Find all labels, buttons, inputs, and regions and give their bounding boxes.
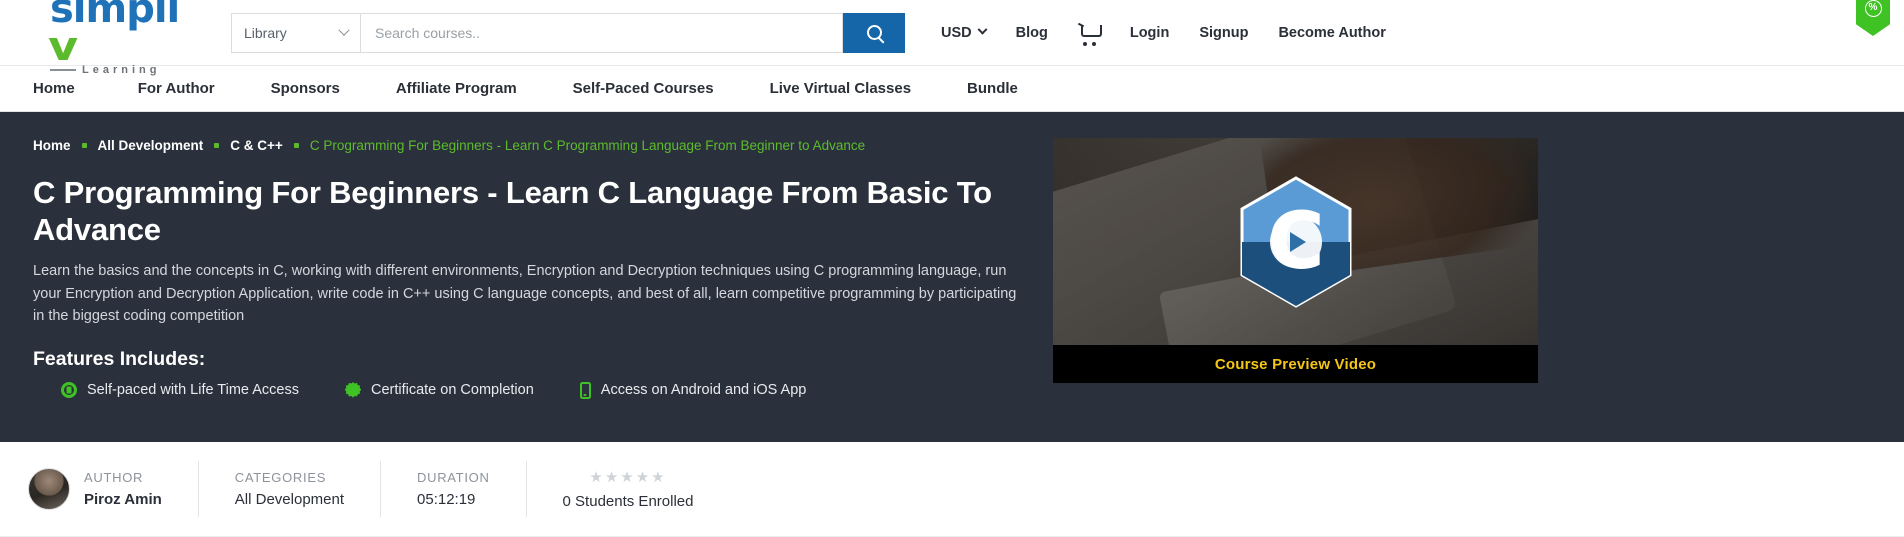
top-right-nav: USD Blog Login Signup Become Author bbox=[941, 24, 1386, 46]
play-triangle bbox=[1290, 231, 1306, 252]
avatar bbox=[28, 468, 70, 510]
nav-link-become-author[interactable]: Become Author bbox=[1278, 25, 1385, 41]
author-text-block: AUTHOR Piroz Amin bbox=[84, 470, 162, 508]
feature-label: Access on Android and iOS App bbox=[600, 382, 807, 399]
rating-text-block: ★★★★★ 0 Students Enrolled bbox=[563, 468, 694, 510]
duration-value: 05:12:19 bbox=[417, 491, 476, 508]
features-list: Self-paced with Life Time Access Certifi… bbox=[33, 381, 1053, 399]
shopping-cart-icon[interactable] bbox=[1078, 24, 1102, 46]
nav-item-sponsors[interactable]: Sponsors bbox=[243, 80, 368, 97]
nav-link-blog[interactable]: Blog bbox=[1016, 25, 1048, 41]
nav-link-signup[interactable]: Signup bbox=[1199, 25, 1248, 41]
mobile-phone-icon bbox=[579, 381, 591, 399]
breadcrumb-item-home[interactable]: Home bbox=[33, 138, 71, 153]
duration-label: DURATION bbox=[417, 470, 490, 485]
search-category-select[interactable]: Library bbox=[231, 12, 361, 53]
features-heading: Features Includes: bbox=[33, 347, 206, 370]
rating-stars-icon[interactable]: ★★★★★ bbox=[589, 468, 666, 486]
nav-item-for-author[interactable]: For Author bbox=[110, 80, 243, 97]
categories-text-block: CATEGORIES All Development bbox=[235, 470, 344, 508]
breadcrumb-separator-icon bbox=[293, 143, 299, 148]
nav-item-live-virtual-classes[interactable]: Live Virtual Classes bbox=[742, 80, 939, 97]
logo-wordmark: simpliv bbox=[48, 0, 193, 70]
chevron-down-icon bbox=[338, 24, 350, 36]
nav-link-login[interactable]: Login bbox=[1130, 25, 1169, 41]
play-button-icon[interactable] bbox=[1269, 215, 1322, 268]
categories-value[interactable]: All Development bbox=[235, 491, 344, 508]
lifebuoy-icon bbox=[61, 382, 77, 399]
logo-checkmark-icon: v bbox=[48, 23, 78, 70]
author-name[interactable]: Piroz Amin bbox=[84, 491, 162, 508]
categories-label: CATEGORIES bbox=[234, 470, 327, 485]
course-description: Learn the basics and the concepts in C, … bbox=[33, 263, 1017, 325]
breadcrumb-item-current: C Programming For Beginners - Learn C Pr… bbox=[309, 138, 866, 153]
main-navigation: Home For Author Sponsors Affiliate Progr… bbox=[0, 65, 1904, 112]
feature-item: Certificate on Completion bbox=[344, 382, 534, 399]
top-header: simpliv Learning Library USD Blog Login … bbox=[0, 0, 1904, 76]
currency-selector[interactable]: USD bbox=[941, 24, 988, 41]
breadcrumb-separator-icon bbox=[214, 143, 220, 148]
breadcrumb-item-c-cpp[interactable]: C & C++ bbox=[230, 138, 283, 153]
currency-value: USD bbox=[941, 24, 972, 41]
search-icon bbox=[866, 25, 882, 40]
duration-text-block: DURATION 05:12:19 bbox=[417, 470, 490, 508]
hero-content: Home All Development C & C++ C Programmi… bbox=[33, 138, 1053, 442]
site-logo[interactable]: simpliv Learning bbox=[28, 0, 193, 76]
breadcrumb: Home All Development C & C++ C Programmi… bbox=[33, 138, 1053, 153]
meta-rating: ★★★★★ 0 Students Enrolled bbox=[563, 459, 694, 519]
discount-ribbon-badge[interactable]: % bbox=[1856, 0, 1890, 36]
video-thumbnail[interactable]: C bbox=[1053, 138, 1538, 345]
course-meta-bar: AUTHOR Piroz Amin CATEGORIES All Develop… bbox=[0, 442, 1904, 537]
students-enrolled-count: 0 Students Enrolled bbox=[562, 493, 694, 510]
meta-duration: DURATION 05:12:19 bbox=[417, 459, 490, 519]
course-hero: Home All Development C & C++ C Programmi… bbox=[0, 112, 1904, 442]
nav-item-home[interactable]: Home bbox=[33, 80, 110, 97]
breadcrumb-separator-icon bbox=[81, 143, 87, 148]
breadcrumb-item-all-development[interactable]: All Development bbox=[98, 138, 204, 153]
meta-author: AUTHOR Piroz Amin bbox=[28, 459, 162, 519]
search-input[interactable] bbox=[361, 12, 843, 53]
page-title: C Programming For Beginners - Learn C La… bbox=[33, 175, 992, 247]
course-preview-video-bar: Course Preview Video bbox=[1053, 345, 1538, 383]
meta-divider bbox=[380, 461, 382, 517]
meta-categories: CATEGORIES All Development bbox=[235, 459, 344, 519]
meta-divider bbox=[197, 461, 199, 517]
course-preview-video-label[interactable]: Course Preview Video bbox=[1215, 356, 1376, 373]
search-group: Library bbox=[231, 12, 905, 53]
nav-item-bundle[interactable]: Bundle bbox=[939, 80, 1046, 97]
course-preview-card: C Course Preview Video bbox=[1053, 138, 1538, 383]
feature-label: Certificate on Completion bbox=[370, 382, 534, 399]
feature-item: Self-paced with Life Time Access bbox=[61, 382, 299, 399]
nav-item-self-paced-courses[interactable]: Self-Paced Courses bbox=[545, 80, 742, 97]
feature-item: Access on Android and iOS App bbox=[579, 381, 807, 399]
chevron-down-icon bbox=[977, 24, 988, 35]
author-label: AUTHOR bbox=[84, 470, 144, 485]
feature-label: Self-paced with Life Time Access bbox=[87, 382, 299, 399]
meta-divider bbox=[525, 461, 527, 517]
search-category-value: Library bbox=[244, 24, 287, 41]
certificate-seal-icon bbox=[344, 382, 361, 398]
search-button[interactable] bbox=[843, 12, 905, 53]
nav-item-affiliate-program[interactable]: Affiliate Program bbox=[368, 80, 545, 97]
percent-icon: % bbox=[1864, 0, 1882, 17]
